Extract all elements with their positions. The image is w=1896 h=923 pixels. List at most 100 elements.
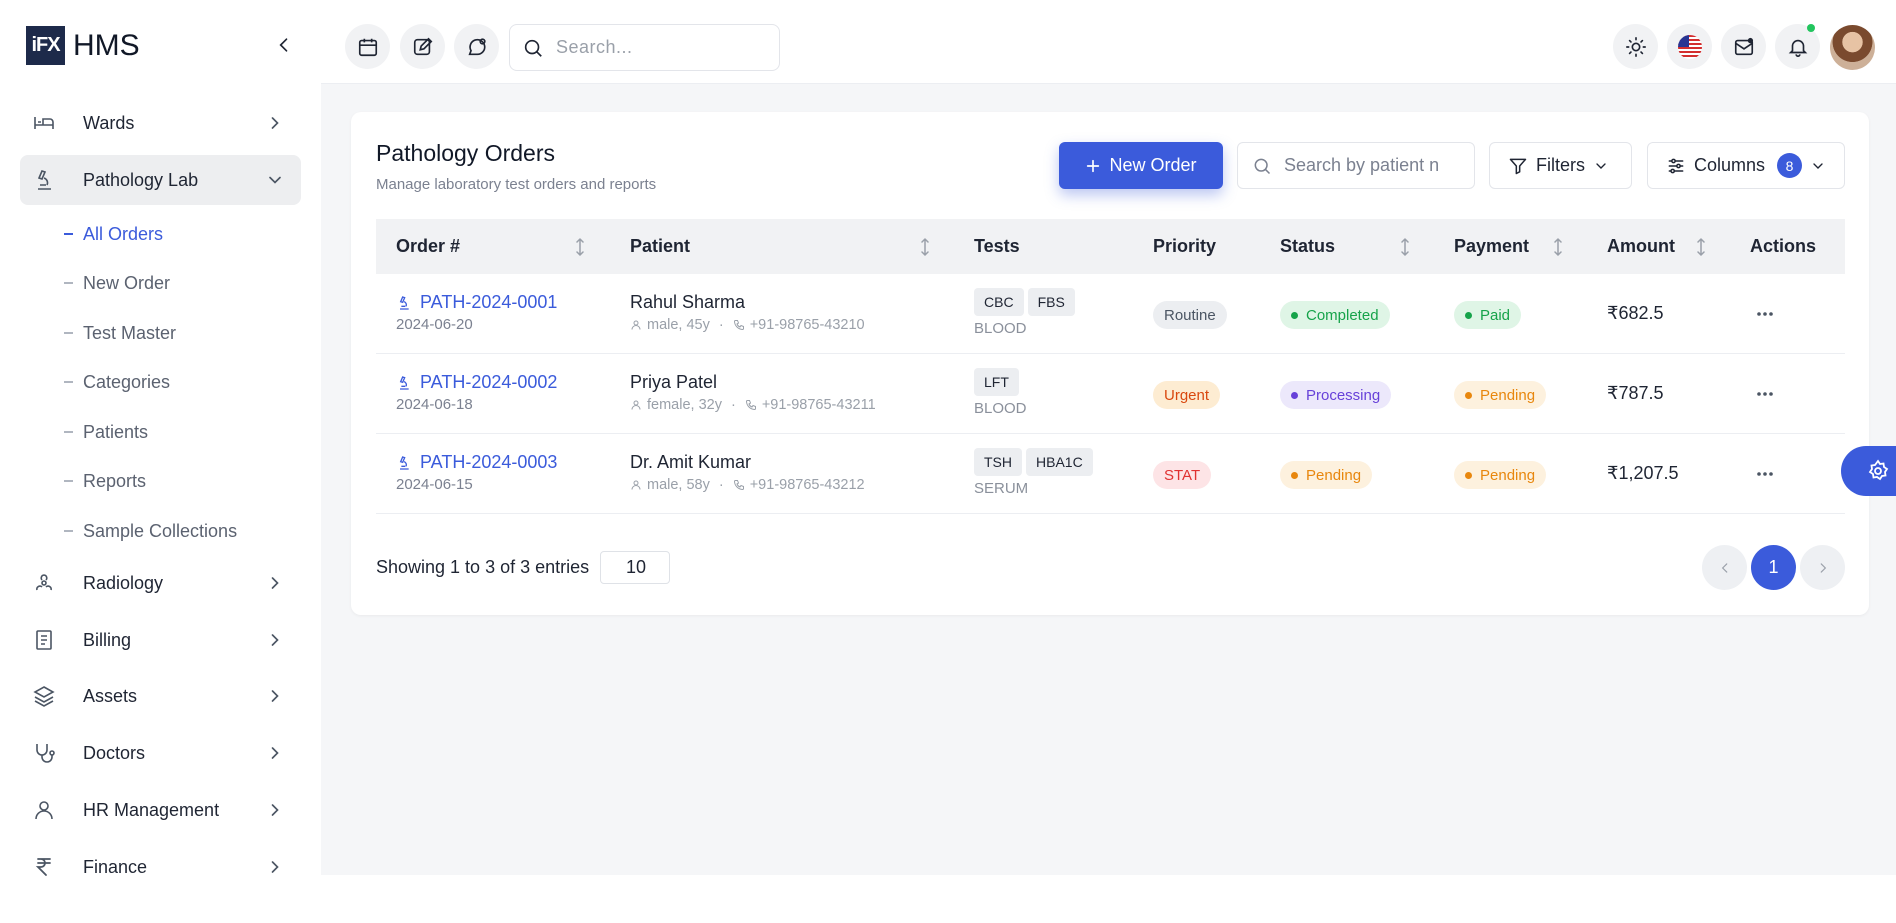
status-badge: Processing [1280,381,1392,409]
patient-name: Dr. Amit Kumar [630,452,752,472]
avatar[interactable] [1830,25,1875,70]
test-chip: LFT [974,368,1019,396]
sidebar-subitem-label: All Orders [83,223,164,244]
order-number: PATH-2024-0001 [420,292,558,312]
sidebar-subitem-label: Patients [83,421,149,442]
chevron-right-icon [1820,562,1826,573]
column-header-amount[interactable]: Amount [1607,219,1675,274]
column-header-status[interactable]: Status [1280,219,1335,274]
columns-button[interactable]: Columns 8 [1647,142,1845,189]
test-chips: LFT [974,368,1019,396]
sidebar-item-label: Billing [83,629,132,650]
sidebar-subitem-patients[interactable]: Patients [64,417,148,447]
notification-dot [1807,24,1815,32]
settings-button[interactable] [1841,446,1896,496]
radiology-icon [32,571,56,595]
page-button-current[interactable]: 1 [1751,545,1796,590]
sort-icon[interactable] [1695,237,1707,257]
order-number: PATH-2024-0003 [420,452,558,472]
chevron-down-icon [1596,162,1606,169]
sun-icon [1625,36,1646,57]
collapse-sidebar-button[interactable] [272,33,296,57]
sort-icon[interactable] [919,237,931,257]
sidebar-item-hr-management[interactable]: HR Management [20,785,301,835]
patient-meta: female, 32y · +91-98765-43211 [630,397,876,413]
edit-icon [413,37,432,55]
column-header-patient[interactable]: Patient [630,219,690,274]
theme-toggle-button[interactable] [1613,24,1658,69]
brand[interactable]: iFX HMS [26,26,140,65]
sidebar-item-label: Assets [83,685,138,706]
test-chip: HBA1C [1026,448,1093,476]
columns-label: Columns [1694,155,1766,175]
chevron-down-icon [269,176,281,184]
notes-button[interactable] [400,24,445,69]
order-link[interactable]: PATH-2024-0003 [396,452,557,473]
payment-label: Pending [1480,386,1536,404]
order-number: PATH-2024-0002 [420,372,558,392]
calendar-button[interactable] [345,24,390,69]
filters-button[interactable]: Filters [1489,142,1632,189]
microscope-icon [399,295,409,310]
payment-label: Pending [1480,466,1536,484]
sidebar-subitem-all-orders[interactable]: All Orders [64,219,163,249]
brand-name: HMS [73,28,140,62]
order-amount: ₹787.5 [1607,383,1664,403]
microscope-icon [399,455,409,470]
language-button[interactable] [1667,24,1712,69]
sidebar-item-wards[interactable]: Wards [20,98,301,148]
new-order-button[interactable]: New Order [1059,142,1223,189]
sidebar-item-pathology-lab[interactable]: Pathology Lab [20,155,301,205]
global-search-input[interactable] [556,37,756,58]
row-actions-button[interactable] [1752,303,1778,325]
more-horizontal-icon [1757,472,1773,476]
sliders-icon [1668,158,1684,173]
order-link[interactable]: PATH-2024-0001 [396,292,557,313]
sort-icon[interactable] [1552,237,1564,257]
sidebar-item-label: Finance [83,856,148,877]
sort-icon[interactable] [1399,237,1411,257]
order-link[interactable]: PATH-2024-0002 [396,372,557,393]
sidebar-subitem-label: Categories [83,371,171,392]
patient-meta: male, 45y · +91-98765-43210 [630,317,865,333]
sidebar-subitem-new-order[interactable]: New Order [64,268,170,298]
page-subtitle: Manage laboratory test orders and report… [376,176,657,193]
us-flag-icon [1677,34,1702,59]
sidebar-subitem-test-master[interactable]: Test Master [64,318,176,348]
sidebar-subitem-reports[interactable]: Reports [64,466,146,496]
patient-demographics: female, 32y [647,397,722,413]
page-size-select[interactable]: 10 [600,551,670,584]
gear-icon [1868,459,1889,481]
column-header-payment[interactable]: Payment [1454,219,1529,274]
patient-name: Priya Patel [630,372,718,392]
chevron-right-icon [271,634,279,646]
row-actions-button[interactable] [1752,383,1778,405]
sidebar-item-radiology[interactable]: Radiology [20,558,301,608]
patient-search-input[interactable] [1284,155,1454,176]
sort-icon[interactable] [574,237,586,257]
sample-type: SERUM [974,480,1029,497]
sidebar-subitem-sample-collections[interactable]: Sample Collections [64,516,237,546]
column-header-order[interactable]: Order # [396,219,460,274]
messages-button[interactable] [1721,24,1766,69]
global-search[interactable] [509,24,780,71]
sidebar-item-assets[interactable]: Assets [20,671,301,721]
patient-phone: +91-98765-43211 [761,397,876,413]
sidebar-item-doctors[interactable]: Doctors [20,728,301,778]
status-label: Completed [1306,306,1379,324]
order-date: 2024-06-18 [396,396,473,413]
next-page-button[interactable] [1800,545,1845,590]
patient-search[interactable] [1237,142,1475,189]
sidebar-item-label: Pathology Lab [83,169,199,190]
filters-label: Filters [1536,155,1585,175]
stethoscope-icon [32,741,56,765]
status-badge: Completed [1280,301,1390,329]
sidebar-item-finance[interactable]: Finance [20,842,301,892]
chat-button[interactable] [454,24,499,69]
previous-page-button[interactable] [1702,545,1747,590]
sidebar-item-billing[interactable]: Billing [20,615,301,665]
row-actions-button[interactable] [1752,463,1778,485]
more-horizontal-icon [1757,312,1773,316]
sidebar-subitem-categories[interactable]: Categories [64,367,170,397]
test-chips: TSH HBA1C [974,448,1093,476]
